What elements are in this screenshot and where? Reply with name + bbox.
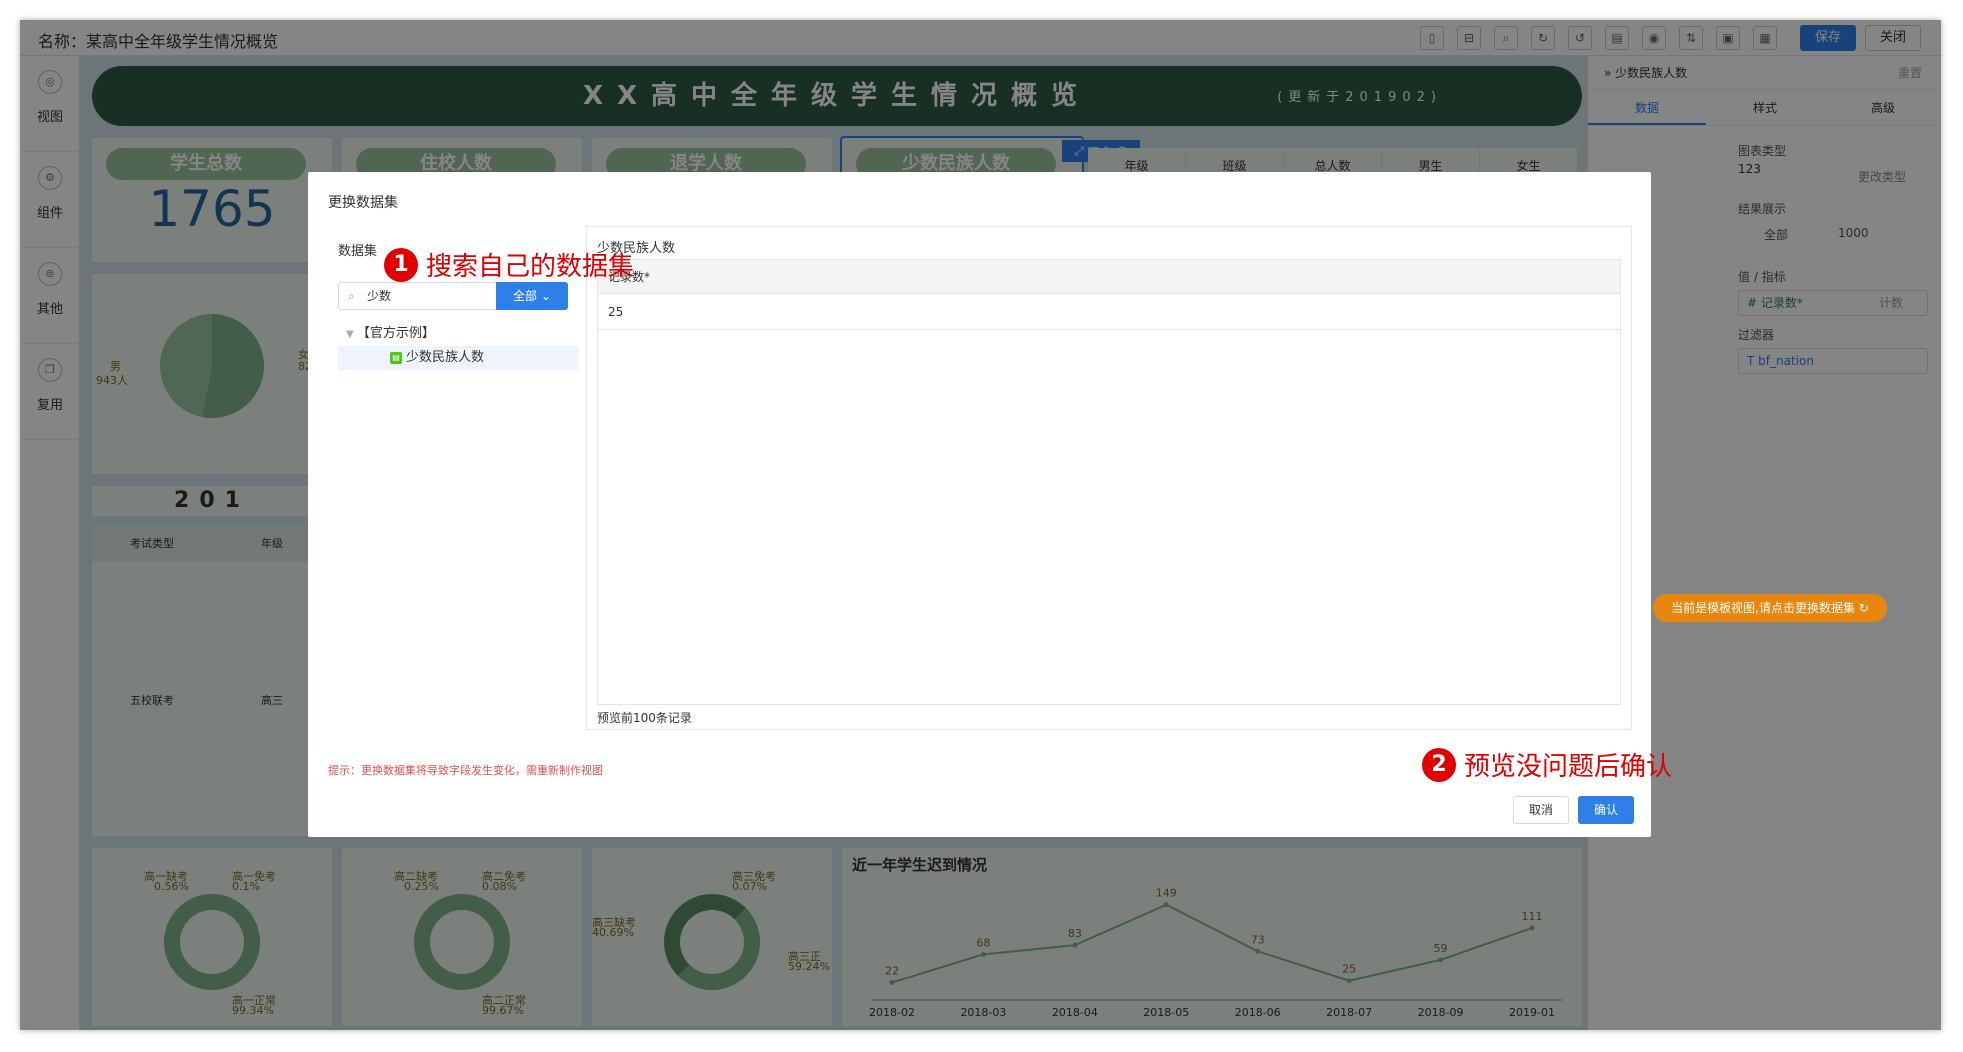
annotation-text: 预览没问题后确认 — [1464, 752, 1673, 782]
app-window: 名称：某高中全年级学生情况概览 ▯ ⊟ ⌕ ↻ ↺ ▤ ◉ ⇅ ▣ ▦ 保存 关… — [20, 20, 1941, 1030]
template-notice[interactable]: 当前是模板视图,请点击更换数据集 ↻ — [1653, 594, 1887, 622]
change-hint: 提示：更换数据集将导致字段发生变化，需重新制作视图 — [328, 764, 603, 777]
search-icon: ⌕ — [348, 289, 355, 303]
dataset-icon: ▤ — [390, 352, 402, 364]
caret-down-icon: ▼ — [346, 329, 357, 340]
dataset-search-input[interactable]: ⌕ 少数 — [338, 282, 496, 310]
refresh-icon: ↻ — [1858, 601, 1869, 615]
tree-item-label: 少数民族人数 — [406, 350, 485, 365]
annotation-1: 1 搜索自己的数据集 — [384, 246, 634, 283]
filter-label: 全部 — [513, 289, 538, 303]
search-value: 少数 — [367, 289, 392, 303]
preview-table: 记录数* 25 — [597, 259, 1621, 705]
filter-dropdown[interactable]: 全部 ⌄ — [496, 282, 568, 310]
annotation-number: 1 — [384, 247, 418, 282]
dialog-title: 更换数据集 — [328, 195, 398, 211]
dataset-label: 数据集 — [338, 244, 378, 259]
annotation-number: 2 — [1422, 747, 1456, 782]
column-header: 记录数* — [598, 260, 1620, 294]
cancel-button[interactable]: 取消 — [1513, 796, 1569, 824]
annotation-2: 2 预览没问题后确认 — [1422, 746, 1672, 783]
confirm-button[interactable]: 确认 — [1578, 796, 1634, 824]
tree-item-dataset[interactable]: ▤ 少数民族人数 — [338, 346, 578, 370]
table-cell: 25 — [598, 294, 1620, 330]
annotation-text: 搜索自己的数据集 — [426, 252, 635, 282]
chevron-down-icon: ⌄ — [540, 289, 551, 303]
tree-group[interactable]: ▼ 【官方示例】 — [346, 322, 435, 341]
preview-footer: 预览前100条记录 — [597, 711, 692, 725]
tree-group-label: 【官方示例】 — [356, 326, 435, 341]
dataset-preview: 少数民族人数 记录数* 25 预览前100条记录 — [586, 226, 1632, 730]
template-notice-text: 当前是模板视图,请点击更换数据集 — [1671, 601, 1855, 615]
